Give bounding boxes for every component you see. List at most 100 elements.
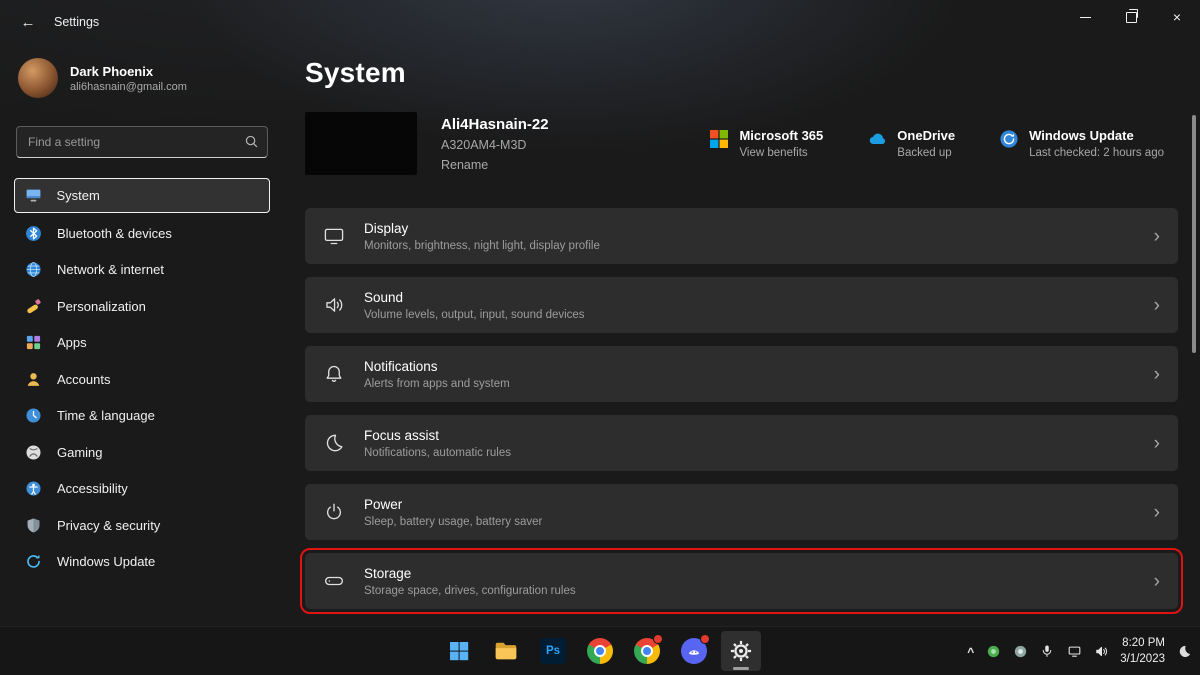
search-input[interactable] bbox=[16, 126, 268, 158]
accounts-person-icon bbox=[25, 371, 42, 388]
tray-app-icon-1[interactable] bbox=[985, 643, 1001, 659]
row-title: Display bbox=[364, 221, 600, 236]
sidebar-item-gaming[interactable]: Gaming bbox=[14, 436, 270, 469]
close-button[interactable]: × bbox=[1154, 0, 1200, 34]
taskbar: Ps bbox=[0, 626, 1200, 675]
device-model: A320AM4-M3D bbox=[441, 138, 549, 152]
onedrive-card[interactable]: OneDrive Backed up bbox=[867, 128, 955, 159]
device-header: Ali4Hasnain-22 A320AM4-M3D Rename Micros… bbox=[305, 112, 1178, 175]
chrome-button[interactable] bbox=[580, 631, 620, 671]
restore-button[interactable] bbox=[1108, 0, 1154, 34]
sidebar-item-privacy-security[interactable]: Privacy & security bbox=[14, 509, 270, 542]
tray-date: 3/1/2023 bbox=[1120, 651, 1165, 667]
tray-app-icon-2[interactable] bbox=[1012, 643, 1028, 659]
discord-button[interactable] bbox=[674, 631, 714, 671]
avatar bbox=[18, 58, 58, 98]
focus-assist-moon-icon bbox=[323, 432, 345, 454]
sidebar-item-windows-update[interactable]: Windows Update bbox=[14, 545, 270, 578]
sidebar-item-apps[interactable]: Apps bbox=[14, 326, 270, 359]
do-not-disturb-moon-icon[interactable] bbox=[1176, 643, 1192, 659]
page-title: System bbox=[305, 57, 1178, 89]
storage-drive-icon bbox=[323, 570, 345, 592]
settings-window: ← Settings × Dark Phoenix ali6hasnain@gm… bbox=[0, 0, 1200, 675]
back-button[interactable]: ← bbox=[10, 7, 46, 37]
sound-icon bbox=[323, 294, 345, 316]
hidden-icons-chevron-up-icon[interactable]: ^ bbox=[967, 645, 974, 659]
scrollbar-thumb[interactable] bbox=[1192, 115, 1196, 353]
search-icon[interactable] bbox=[244, 134, 259, 149]
notifications-bell-icon bbox=[323, 363, 345, 385]
taskbar-icons: Ps bbox=[439, 631, 761, 671]
user-profile[interactable]: Dark Phoenix ali6hasnain@gmail.com bbox=[18, 58, 266, 98]
sidebar-item-label: Windows Update bbox=[57, 554, 155, 569]
minimize-icon bbox=[1080, 17, 1091, 18]
speaker-icon[interactable] bbox=[1093, 643, 1109, 659]
card-title: Windows Update bbox=[1029, 128, 1164, 143]
settings-row-notifications[interactable]: Notifications Alerts from apps and syste… bbox=[305, 346, 1178, 402]
windows-update-icon bbox=[999, 129, 1019, 149]
minimize-button[interactable] bbox=[1062, 0, 1108, 34]
bluetooth-icon bbox=[25, 225, 42, 242]
card-subtitle: View benefits bbox=[739, 147, 823, 159]
settings-row-sound[interactable]: Sound Volume levels, output, input, soun… bbox=[305, 277, 1178, 333]
microsoft-365-card[interactable]: Microsoft 365 View benefits bbox=[709, 128, 823, 159]
gaming-xbox-icon bbox=[25, 444, 42, 461]
notification-badge bbox=[700, 634, 710, 644]
device-thumbnail bbox=[305, 112, 417, 175]
sidebar-item-system[interactable]: System bbox=[14, 178, 270, 213]
row-subtitle: Monitors, brightness, night light, displ… bbox=[364, 240, 600, 252]
chrome-2-button[interactable] bbox=[627, 631, 667, 671]
settings-row-focus-assist[interactable]: Focus assist Notifications, automatic ru… bbox=[305, 415, 1178, 471]
settings-button[interactable] bbox=[721, 631, 761, 671]
chevron-right-icon: › bbox=[1154, 572, 1160, 591]
sidebar-item-time-language[interactable]: Time & language bbox=[14, 399, 270, 432]
sidebar-item-network-internet[interactable]: Network & internet bbox=[14, 253, 270, 286]
tray-time: 8:20 PM bbox=[1120, 635, 1165, 651]
chevron-right-icon: › bbox=[1154, 296, 1160, 315]
sidebar-item-label: Network & internet bbox=[57, 262, 164, 277]
accessibility-icon bbox=[25, 480, 42, 497]
row-subtitle: Storage space, drives, configuration rul… bbox=[364, 585, 576, 597]
windows-update-card[interactable]: Windows Update Last checked: 2 hours ago bbox=[999, 128, 1164, 159]
settings-row-display[interactable]: Display Monitors, brightness, night ligh… bbox=[305, 208, 1178, 264]
user-name: Dark Phoenix bbox=[70, 64, 187, 79]
photoshop-button[interactable]: Ps bbox=[533, 631, 573, 671]
apps-grid-icon bbox=[25, 334, 42, 351]
quick-cards: Microsoft 365 View benefits OneDrive Bac… bbox=[709, 128, 1164, 159]
file-explorer-button[interactable] bbox=[486, 631, 526, 671]
sidebar-item-label: Personalization bbox=[57, 299, 146, 314]
privacy-shield-icon bbox=[25, 517, 42, 534]
system-tray: ^ 8:20 PM 3/1/2023 bbox=[967, 627, 1192, 675]
row-title: Sound bbox=[364, 290, 585, 305]
chevron-right-icon: › bbox=[1154, 365, 1160, 384]
device-name: Ali4Hasnain-22 bbox=[441, 116, 549, 133]
rename-link[interactable]: Rename bbox=[441, 158, 549, 172]
settings-gear-icon bbox=[729, 639, 753, 663]
microsoft-365-icon bbox=[709, 129, 729, 149]
start-button[interactable] bbox=[439, 631, 479, 671]
windows-update-icon bbox=[25, 553, 42, 570]
sidebar-item-personalization[interactable]: Personalization bbox=[14, 290, 270, 323]
sidebar-nav: System Bluetooth & devices Network & int… bbox=[14, 178, 270, 578]
card-title: OneDrive bbox=[897, 128, 955, 143]
photoshop-icon: Ps bbox=[540, 638, 566, 664]
settings-row-power[interactable]: Power Sleep, battery usage, battery save… bbox=[305, 484, 1178, 540]
sidebar-item-bluetooth-devices[interactable]: Bluetooth & devices bbox=[14, 217, 270, 250]
close-icon: × bbox=[1173, 9, 1181, 25]
sidebar-item-label: Gaming bbox=[57, 445, 103, 460]
sidebar-item-accounts[interactable]: Accounts bbox=[14, 363, 270, 396]
display-icon bbox=[323, 225, 345, 247]
display-tray-icon[interactable] bbox=[1066, 643, 1082, 659]
row-title: Notifications bbox=[364, 359, 510, 374]
settings-row-storage[interactable]: Storage Storage space, drives, configura… bbox=[305, 553, 1178, 609]
sidebar-item-accessibility[interactable]: Accessibility bbox=[14, 472, 270, 505]
power-icon bbox=[323, 501, 345, 523]
tray-clock[interactable]: 8:20 PM 3/1/2023 bbox=[1120, 635, 1165, 667]
onedrive-cloud-icon bbox=[867, 129, 887, 149]
row-subtitle: Volume levels, output, input, sound devi… bbox=[364, 309, 585, 321]
window-controls: × bbox=[1062, 0, 1200, 34]
microphone-icon[interactable] bbox=[1039, 643, 1055, 659]
search-box bbox=[16, 126, 268, 158]
sidebar-item-label: Accessibility bbox=[57, 481, 128, 496]
system-icon bbox=[25, 187, 42, 204]
